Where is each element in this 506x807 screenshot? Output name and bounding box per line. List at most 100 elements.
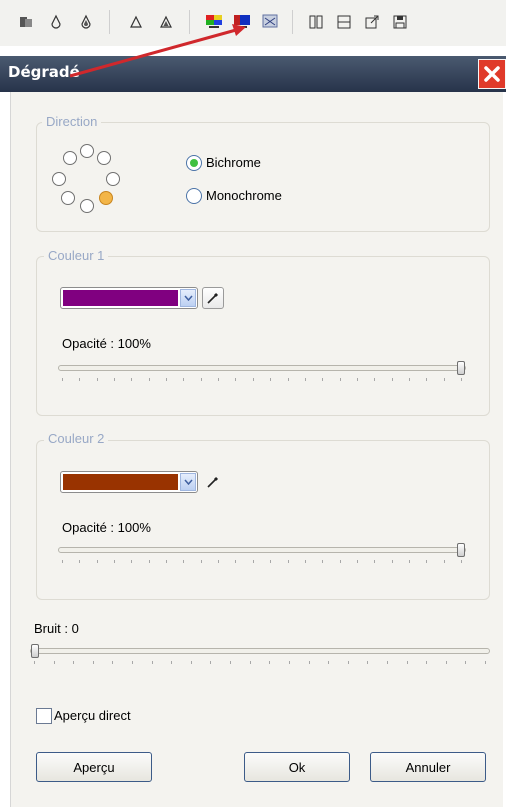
direction-option-circle[interactable] <box>97 151 111 165</box>
slider-tick <box>149 560 150 563</box>
slider-tick <box>357 560 358 563</box>
slider-tick <box>250 661 251 664</box>
slider-tick <box>112 661 113 664</box>
direction-option-circle[interactable] <box>106 172 120 186</box>
slider-tick <box>485 661 486 664</box>
bichrome-label: Bichrome <box>206 155 261 170</box>
slider-tick <box>152 661 153 664</box>
slider-tick <box>461 560 462 563</box>
slider-tick <box>171 661 172 664</box>
direction-option-circle[interactable] <box>63 151 77 165</box>
couleur1-swatch <box>63 290 178 306</box>
slider-tick <box>444 378 445 381</box>
couleur1-select[interactable] <box>60 287 198 309</box>
slider-tick <box>426 378 427 381</box>
slider-tick <box>218 378 219 381</box>
slider-tick <box>201 560 202 563</box>
slider-tick <box>253 560 254 563</box>
couleur2-swatch <box>63 474 178 490</box>
slider-tick <box>230 661 231 664</box>
bruit-thumb[interactable] <box>31 644 39 658</box>
slider-tick <box>210 661 211 664</box>
slider-tick <box>357 378 358 381</box>
slider-tick <box>183 378 184 381</box>
slider-tick <box>269 661 270 664</box>
direction-option-circle-selected[interactable] <box>99 191 113 205</box>
slider-tick <box>461 378 462 381</box>
slider-tick <box>305 378 306 381</box>
slider-tick <box>444 560 445 563</box>
slider-tick <box>374 560 375 563</box>
slider-tick <box>387 661 388 664</box>
slider-tick <box>328 661 329 664</box>
slider-tick <box>253 378 254 381</box>
slider-tick <box>131 378 132 381</box>
slider-tick <box>149 378 150 381</box>
bruit-slider[interactable] <box>30 648 490 654</box>
couleur1-eyedropper-button[interactable] <box>202 287 224 309</box>
slider-tick <box>288 378 289 381</box>
slider-tick <box>309 661 310 664</box>
slider-tick <box>340 560 341 563</box>
couleur2-opacity-slider[interactable] <box>58 547 466 553</box>
couleur1-opacity-label: Opacité : 100% <box>62 336 151 351</box>
direction-group <box>36 122 490 232</box>
couleur2-select[interactable] <box>60 471 198 493</box>
slider-tick <box>446 661 447 664</box>
slider-tick <box>322 378 323 381</box>
couleur1-opacity-slider[interactable] <box>58 365 466 371</box>
slider-tick <box>407 661 408 664</box>
apercu-direct-checkbox[interactable] <box>36 708 52 724</box>
slider-tick <box>166 560 167 563</box>
slider-tick <box>79 560 80 563</box>
annuler-button[interactable]: Annuler <box>370 752 486 782</box>
slider-tick <box>93 661 94 664</box>
eyedropper-icon <box>207 292 219 304</box>
direction-option-circle[interactable] <box>80 144 94 158</box>
direction-option-circle[interactable] <box>61 191 75 205</box>
chevron-down-icon[interactable] <box>180 289 196 307</box>
slider-tick <box>191 661 192 664</box>
monochrome-radio[interactable] <box>186 188 202 204</box>
slider-tick <box>305 560 306 563</box>
slider-tick <box>409 378 410 381</box>
slider-tick <box>465 661 466 664</box>
slider-tick <box>392 560 393 563</box>
slider-tick <box>201 378 202 381</box>
chevron-down-icon[interactable] <box>180 473 196 491</box>
couleur2-eyedropper-button[interactable] <box>202 471 224 493</box>
slider-tick <box>79 378 80 381</box>
slider-tick <box>62 378 63 381</box>
couleur1-opacity-ticks <box>62 378 462 382</box>
bruit-ticks <box>34 661 486 665</box>
slider-tick <box>132 661 133 664</box>
couleur2-opacity-thumb[interactable] <box>457 543 465 557</box>
slider-tick <box>367 661 368 664</box>
slider-tick <box>73 661 74 664</box>
slider-tick <box>340 378 341 381</box>
eyedropper-icon <box>207 476 219 488</box>
slider-tick <box>166 378 167 381</box>
slider-tick <box>235 560 236 563</box>
monochrome-label: Monochrome <box>206 188 282 203</box>
direction-option-circle[interactable] <box>80 199 94 213</box>
bruit-label: Bruit : 0 <box>34 621 79 636</box>
slider-tick <box>270 378 271 381</box>
ok-button[interactable]: Ok <box>244 752 350 782</box>
couleur2-legend: Couleur 2 <box>44 431 109 446</box>
couleur1-opacity-thumb[interactable] <box>457 361 465 375</box>
slider-tick <box>392 378 393 381</box>
slider-tick <box>97 378 98 381</box>
slider-tick <box>289 661 290 664</box>
bichrome-radio[interactable] <box>186 155 202 171</box>
slider-tick <box>34 661 35 664</box>
slider-tick <box>288 560 289 563</box>
direction-option-circle[interactable] <box>52 172 66 186</box>
slider-tick <box>270 560 271 563</box>
slider-tick <box>218 560 219 563</box>
couleur2-opacity-ticks <box>62 560 462 564</box>
apercu-button[interactable]: Aperçu <box>36 752 152 782</box>
slider-tick <box>322 560 323 563</box>
direction-legend: Direction <box>42 114 102 129</box>
slider-tick <box>374 378 375 381</box>
